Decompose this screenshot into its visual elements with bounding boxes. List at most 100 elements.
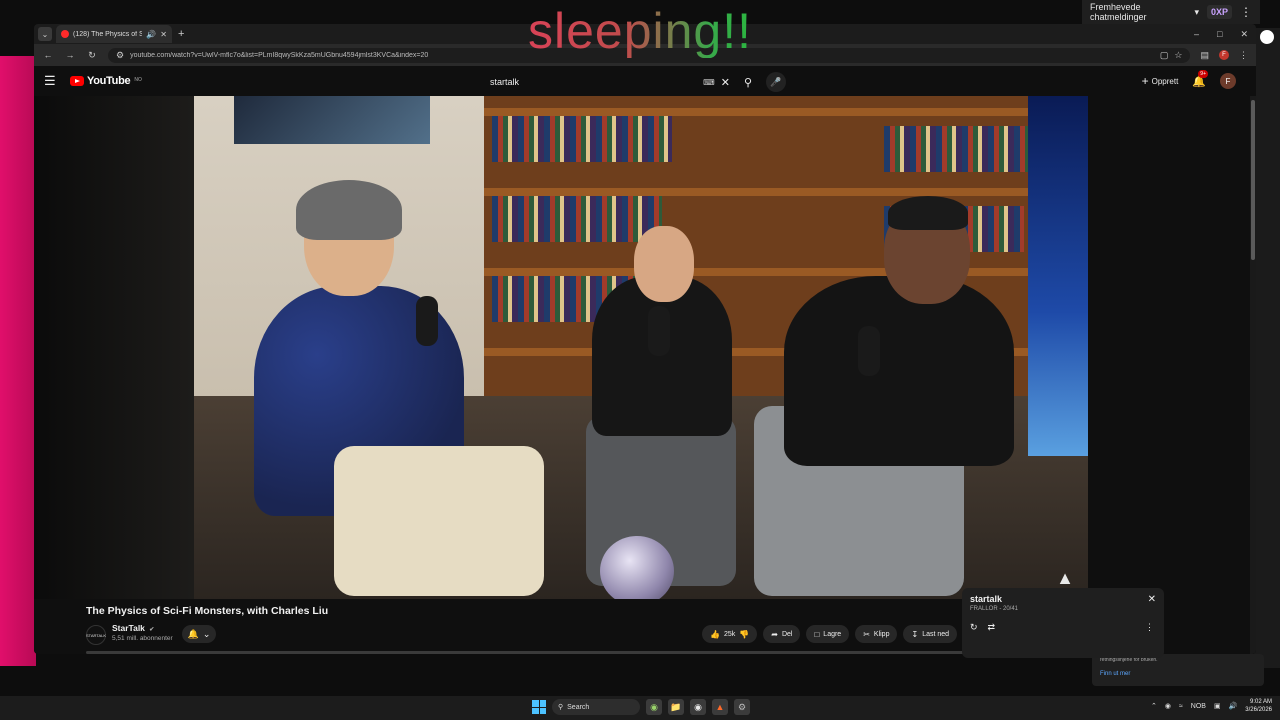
tab-youtube[interactable]: (128) The Physics of Sci-Fi M 🔊 ✕ xyxy=(56,25,172,43)
tray-overflow-icon[interactable]: ⌃ xyxy=(1151,702,1157,710)
install-app-icon[interactable]: ▢ xyxy=(1160,50,1169,61)
thumbs-up-icon: 👍 xyxy=(710,629,720,639)
youtube-logo-text: YouTube xyxy=(87,75,131,87)
download-icon: ↧ xyxy=(911,629,919,639)
close-playlist-icon[interactable]: ✕ xyxy=(1148,594,1156,605)
download-button[interactable]: ↧ Last ned xyxy=(903,625,958,643)
notification-count-badge: 9+ xyxy=(1198,69,1208,78)
back-icon[interactable]: ← xyxy=(42,50,54,60)
scissors-icon: ✂ xyxy=(863,629,870,639)
channel-avatar[interactable]: STARTALK xyxy=(86,625,106,645)
desktop-side-strip xyxy=(1254,28,1280,668)
featured-chat-widget[interactable]: Fremhevede chatmeldinger ▾ 0XP ⋮ xyxy=(1082,0,1260,24)
desktop-background xyxy=(0,56,36,666)
site-info-icon[interactable]: ⚙ xyxy=(116,50,124,61)
subscription-bell-button[interactable]: 🔔 ⌄ xyxy=(182,625,216,643)
maximize-icon[interactable]: □ xyxy=(1217,29,1222,40)
share-label: Del xyxy=(781,630,793,638)
share-button[interactable]: ➦ Del xyxy=(763,625,801,643)
taskbar-search[interactable]: ⚲ Search xyxy=(552,699,640,715)
video-player[interactable]: ▲ xyxy=(34,96,1088,599)
close-window-icon[interactable]: ✕ xyxy=(1240,29,1248,40)
blue-light-panel xyxy=(1028,96,1088,456)
notifications-bell-icon[interactable]: 🔔 9+ xyxy=(1192,69,1208,88)
youtube-logo[interactable]: YouTube NO xyxy=(70,75,142,87)
chevron-down-icon: ⌄ xyxy=(202,628,211,639)
taskbar-search-label: Search xyxy=(567,703,590,711)
clock[interactable]: 9:02 AM 3/26/2026 xyxy=(1245,698,1272,714)
shuffle-icon[interactable]: ⇄ xyxy=(988,622,996,633)
search-icon[interactable]: ⚲ xyxy=(744,76,752,89)
clip-button[interactable]: ✂ Klipp xyxy=(855,625,898,643)
create-button[interactable]: + Opprett xyxy=(1142,74,1179,88)
chrome-icon[interactable]: ◉ xyxy=(690,699,706,715)
more-vert-icon[interactable]: ⋮ xyxy=(1240,5,1252,19)
playlist-title[interactable]: startalk xyxy=(970,594,1156,604)
keyboard-icon[interactable]: ⌨ xyxy=(703,78,715,87)
microphone xyxy=(648,306,670,356)
youtube-header-actions: + Opprett 🔔 9+ F xyxy=(1142,69,1246,89)
like-button[interactable]: 👍 25k 👎 xyxy=(702,625,758,643)
notification-snippet: retningslinjene for bruken. Finn ut mer xyxy=(1092,654,1264,686)
taskbar-apps: ⚲ Search ◉ 📁 ◉ ▲ ⚙ xyxy=(532,699,750,715)
books xyxy=(492,196,662,242)
tab-title: (128) The Physics of Sci-Fi M xyxy=(73,30,143,38)
chevron-down-icon[interactable]: ▾ xyxy=(1194,7,1199,18)
hamburger-menu-icon[interactable]: ☰ xyxy=(44,73,62,89)
startalk-watermark-icon: ▲ xyxy=(1056,568,1074,588)
video-frame[interactable] xyxy=(194,96,1088,599)
channel-name[interactable]: StarTalk xyxy=(112,623,145,633)
microphone xyxy=(416,296,438,346)
video-actions: 👍 25k 👎 ➦ Del □ Lagre ✂ Klipp ↧ Last ned xyxy=(702,625,982,643)
forward-icon[interactable]: → xyxy=(64,50,76,60)
youtube-favicon-icon xyxy=(61,30,69,38)
browser-menu-icon[interactable]: ⋮ xyxy=(1239,50,1248,61)
bell-icon: 🔔 xyxy=(187,628,199,639)
file-explorer-icon[interactable]: 📁 xyxy=(668,699,684,715)
account-avatar[interactable]: F xyxy=(1220,73,1236,89)
search-input[interactable] xyxy=(486,72,704,92)
microphone-icon[interactable]: 🎤 xyxy=(766,72,786,92)
playlist-more-icon[interactable]: ⋮ xyxy=(1145,622,1154,633)
desktop-widget-icon[interactable] xyxy=(1260,30,1274,44)
close-tab-icon[interactable]: ✕ xyxy=(160,30,167,39)
settings-app-icon[interactable]: ⚙ xyxy=(734,699,750,715)
speaker-icon[interactable]: 🔊 xyxy=(146,30,156,39)
clear-search-icon[interactable]: ✕ xyxy=(721,76,730,89)
youtube-search-bar: ⌨ ✕ ⚲ 🎤 xyxy=(486,71,786,93)
steam-icon[interactable]: ◉ xyxy=(1165,702,1171,710)
tab-search-button[interactable]: ⌄ xyxy=(38,27,52,41)
xp-badge[interactable]: 0XP xyxy=(1206,5,1232,19)
browser-window: ⌄ (128) The Physics of Sci-Fi M 🔊 ✕ + – … xyxy=(34,24,1256,654)
new-tab-button[interactable]: + xyxy=(178,28,184,40)
volume-icon[interactable]: 🔊 xyxy=(1229,702,1238,710)
language-indicator[interactable]: NOB xyxy=(1191,703,1206,710)
learn-more-link[interactable]: Finn ut mer xyxy=(1100,671,1256,677)
bookmark-star-icon[interactable]: ☆ xyxy=(1174,50,1182,61)
reload-icon[interactable]: ↻ xyxy=(86,50,98,61)
profile-avatar[interactable]: F xyxy=(1219,50,1229,60)
page-scrollbar[interactable] xyxy=(1250,96,1256,654)
verified-check-icon: ✔ xyxy=(149,627,155,633)
widgets-icon[interactable]: ◉ xyxy=(646,699,662,715)
windows-start-icon[interactable] xyxy=(532,700,546,714)
thumbs-down-icon[interactable]: 👎 xyxy=(739,630,749,639)
playlist-panel[interactable]: startalk FRALLOR - 20/41 ✕ ↻ ⇄ ⋮ xyxy=(962,588,1164,658)
save-button[interactable]: □ Lagre xyxy=(806,625,850,643)
video-title: The Physics of Sci-Fi Monsters, with Cha… xyxy=(86,605,329,617)
network-icon[interactable]: ▣ xyxy=(1214,702,1221,710)
books xyxy=(492,116,672,162)
scrollbar-thumb[interactable] xyxy=(1251,100,1255,260)
brave-icon[interactable]: ▲ xyxy=(712,699,728,715)
window-controls: – □ ✕ xyxy=(1194,29,1256,40)
loop-icon[interactable]: ↻ xyxy=(970,622,978,633)
subscriber-count: 5,51 mill. abonnenter xyxy=(112,635,173,642)
host-shirt xyxy=(784,276,1014,466)
wifi-icon[interactable]: ≈ xyxy=(1179,703,1183,710)
extensions-icon[interactable]: ▤ xyxy=(1200,50,1209,61)
shelf-board xyxy=(484,188,1088,196)
minimize-icon[interactable]: – xyxy=(1194,29,1199,40)
youtube-country-code: NO xyxy=(134,77,142,83)
description-box-edge xyxy=(86,651,986,654)
channel-name-row[interactable]: StarTalk ✔ xyxy=(112,623,154,633)
